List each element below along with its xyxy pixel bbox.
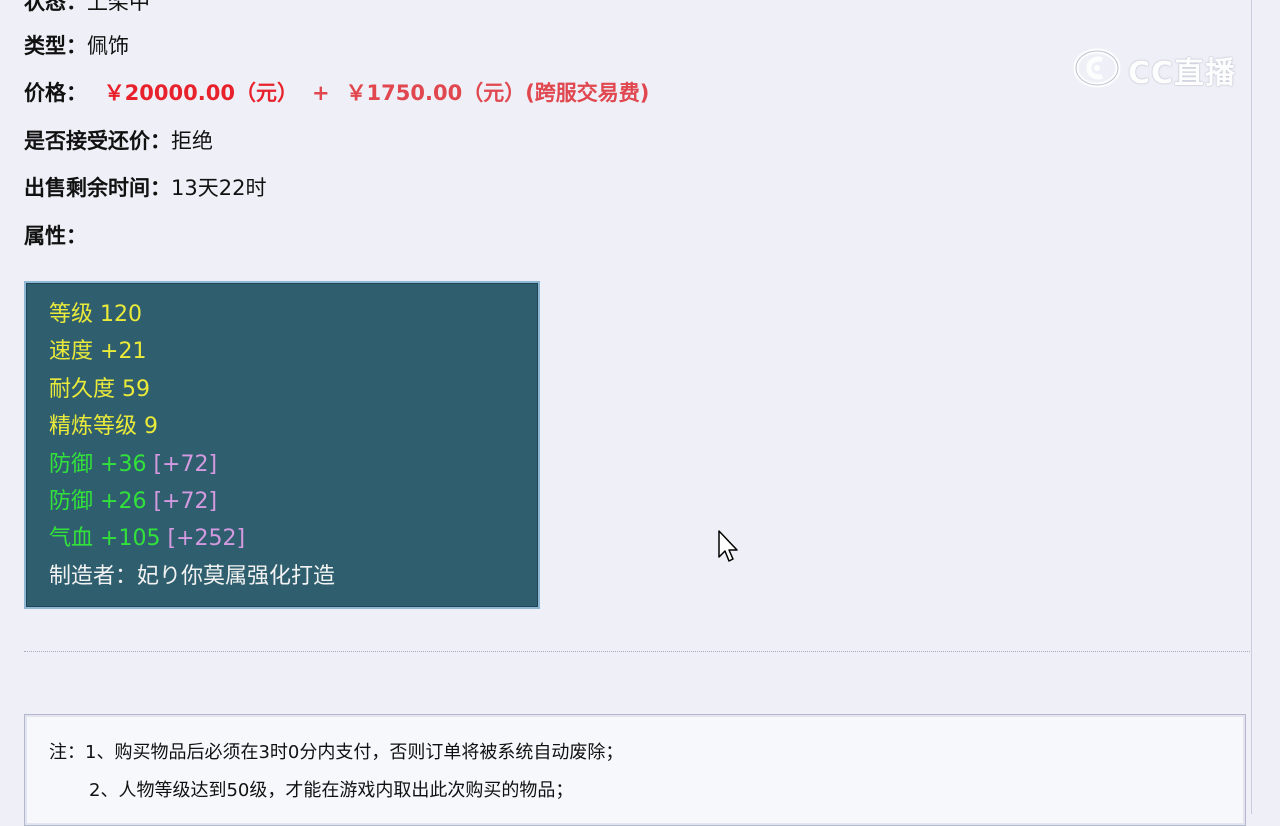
cc-live-watermark: CC直播 <box>1072 48 1236 92</box>
time-left-row: 出售剩余时间：13天22时 <box>24 174 266 202</box>
cross-server-fee: ￥1750.00（元）(跨服交易费) <box>345 81 650 105</box>
attr-maker: 制造者：妃り你莫属强化打造 <box>49 563 335 591</box>
attr-defense-2: 防御 +26 [+72] <box>49 488 217 516</box>
attr-hp-bonus: [+252] <box>167 526 246 551</box>
type-label: 类型： <box>24 34 87 58</box>
attr-refine-value: 9 <box>144 414 159 439</box>
note-line-2: 2、人物等级达到50级，才能在游戏内取出此次购买的物品； <box>89 780 574 801</box>
time-left-value: 13天22时 <box>171 176 267 200</box>
bargain-row: 是否接受还价：拒绝 <box>24 127 213 155</box>
attr-defense-1-bonus: [+72] <box>153 452 218 477</box>
notes-box: 注：1、购买物品后必须在3时0分内支付，否则订单将被系统自动废除； 2、人物等级… <box>24 714 1246 826</box>
bargain-label: 是否接受还价： <box>24 129 171 153</box>
attr-defense-1: 防御 +36 [+72] <box>49 451 217 479</box>
attr-speed-value: +21 <box>100 339 147 364</box>
attr-maker-label: 制造者： <box>49 564 138 589</box>
mouse-pointer-icon <box>717 529 741 569</box>
type-row: 类型：佩饰 <box>24 32 129 60</box>
attr-defense-2-bonus: [+72] <box>153 489 218 514</box>
type-value: 佩饰 <box>87 34 129 58</box>
attributes-label: 属性： <box>24 224 87 248</box>
time-left-label: 出售剩余时间： <box>24 176 171 200</box>
attr-durability-name: 耐久度 <box>49 377 116 402</box>
price-label: 价格： <box>24 81 87 105</box>
attr-durability: 耐久度 59 <box>49 376 150 404</box>
attr-durability-value: 59 <box>122 377 151 402</box>
note-line-1: 注：1、购买物品后必须在3时0分内支付，否则订单将被系统自动废除； <box>49 742 624 763</box>
attr-refine-name: 精炼等级 <box>49 414 138 439</box>
page-right-border <box>1251 0 1252 814</box>
status-value: 上架中 <box>87 0 150 14</box>
price-plus: + <box>311 81 330 105</box>
attr-level: 等级 120 <box>49 301 142 329</box>
attr-level-name: 等级 <box>49 302 94 327</box>
attr-maker-value: 妃り你莫属强化打造 <box>137 564 336 589</box>
status-label: 状态： <box>24 0 87 14</box>
attributes-heading-row: 属性： <box>24 222 87 250</box>
attr-hp-name: 气血 <box>49 526 94 551</box>
bargain-value: 拒绝 <box>171 129 213 153</box>
cc-live-watermark-text: CC直播 <box>1128 56 1237 91</box>
section-divider <box>24 651 1250 652</box>
attr-hp-value: +105 <box>100 526 161 551</box>
price-row: 价格： ￥20000.00（元） + ￥1750.00（元）(跨服交易费) <box>24 79 649 107</box>
attr-defense-1-name: 防御 <box>49 452 94 477</box>
attr-hp: 气血 +105 [+252] <box>49 525 245 553</box>
price-amount: ￥20000.00（元） <box>103 81 298 105</box>
attr-speed-name: 速度 <box>49 339 94 364</box>
status-row: 状态：上架中 <box>24 0 150 16</box>
attr-defense-2-value: +26 <box>100 489 147 514</box>
attr-defense-2-name: 防御 <box>49 489 94 514</box>
attributes-panel: 等级 120 速度 +21 耐久度 59 精炼等级 9 防御 +36 [+72]… <box>24 281 540 609</box>
attr-speed: 速度 +21 <box>49 338 146 366</box>
attr-defense-1-value: +36 <box>100 452 147 477</box>
attr-refine-level: 精炼等级 9 <box>49 413 158 441</box>
attr-level-value: 120 <box>100 302 143 327</box>
cc-live-logo-icon <box>1072 46 1122 94</box>
